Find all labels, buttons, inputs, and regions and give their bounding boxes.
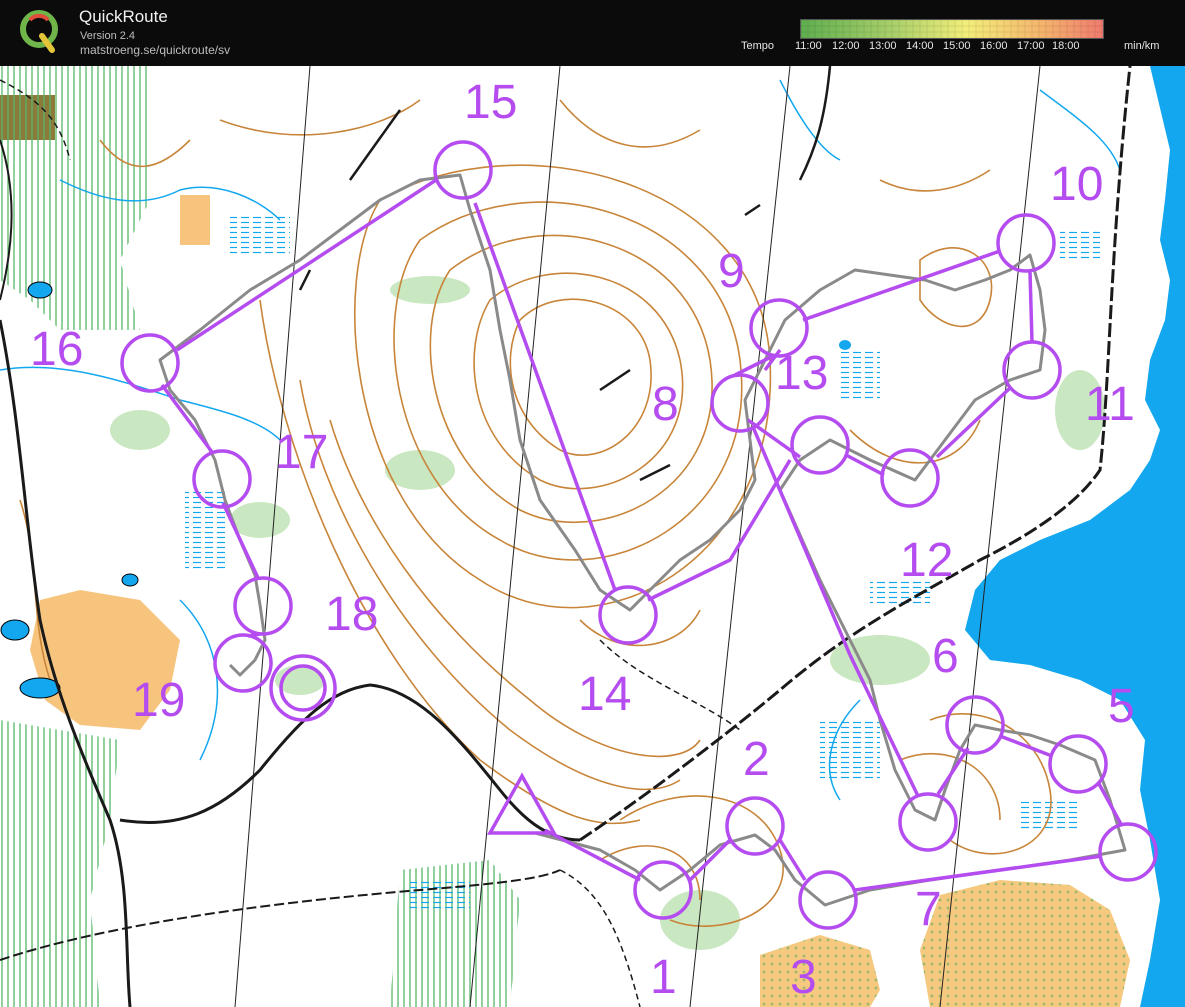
control-number: 11	[1085, 378, 1135, 431]
control-number: 13	[775, 347, 828, 400]
tempo-tick: 12:00	[832, 40, 860, 52]
tempo-tick: 16:00	[980, 40, 1008, 52]
vegetation	[110, 410, 170, 450]
orienteering-map[interactable]: 1 2 3 5 6 7 8 9 10 11 12 13 14 15 16 17 …	[0, 66, 1185, 1007]
tempo-tick: 11:00	[795, 40, 822, 52]
marsh	[840, 350, 880, 400]
control-number: 14	[578, 668, 631, 721]
app-header: QuickRoute Version 2.4 matstroeng.se/qui…	[0, 0, 1185, 66]
pond	[19, 677, 61, 699]
marsh	[410, 880, 470, 910]
app-url: matstroeng.se/quickroute/sv	[80, 43, 231, 57]
tempo-tick: 18:00	[1052, 40, 1080, 52]
tempo-unit: min/km	[1124, 40, 1160, 52]
tempo-tick: 13:00	[869, 40, 897, 52]
pond	[27, 281, 53, 299]
tempo-tick: 15:00	[943, 40, 971, 52]
control-number: 19	[132, 674, 185, 727]
control-number: 2	[743, 733, 770, 786]
control-number: 7	[915, 883, 942, 936]
app-title: QuickRoute	[79, 7, 168, 26]
control-number: 15	[464, 76, 517, 129]
pond	[0, 619, 30, 641]
vegetation	[230, 502, 290, 538]
control-number: 12	[900, 534, 953, 587]
control-number: 1	[650, 951, 677, 1004]
control-number: 5	[1108, 680, 1135, 733]
marsh	[230, 215, 290, 255]
open-land	[180, 195, 210, 245]
tempo-label: Tempo	[741, 40, 775, 52]
pond	[121, 573, 139, 587]
control-number: 3	[790, 951, 817, 1004]
tempo-tick: 17:00	[1017, 40, 1045, 52]
tempo-tick: 14:00	[906, 40, 934, 52]
vegetation	[0, 66, 150, 330]
control-number: 9	[718, 245, 745, 298]
control-number: 16	[30, 323, 83, 376]
control-number: 6	[932, 630, 959, 683]
marsh	[1060, 230, 1100, 260]
control-number: 17	[275, 426, 328, 479]
control-number: 8	[652, 378, 679, 431]
quickroute-logo-icon	[20, 10, 58, 53]
app-version: Version 2.4	[80, 30, 136, 42]
control-number: 18	[325, 588, 378, 641]
pond	[839, 340, 851, 350]
control-number: 10	[1050, 158, 1103, 211]
tempo-color-scale	[800, 19, 1104, 39]
